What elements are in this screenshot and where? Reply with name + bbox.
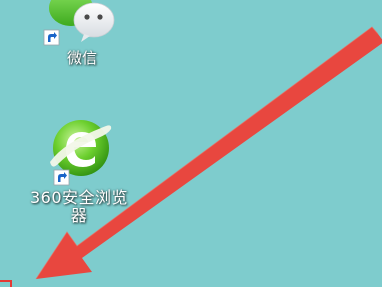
desktop-icon-wechat[interactable]: 微信 (40, 0, 124, 84)
wechat-icon (43, 0, 115, 46)
start-button-edge[interactable] (0, 280, 12, 287)
desktop-icon-label: 360安全浏览器 (29, 188, 129, 225)
desktop-icon-360-browser[interactable]: 360安全浏览器 (24, 112, 134, 242)
desktop: 微信 360安全浏览器 (0, 0, 382, 287)
browser-icon (50, 120, 112, 186)
desktop-icon-label: 微信 (66, 49, 97, 67)
